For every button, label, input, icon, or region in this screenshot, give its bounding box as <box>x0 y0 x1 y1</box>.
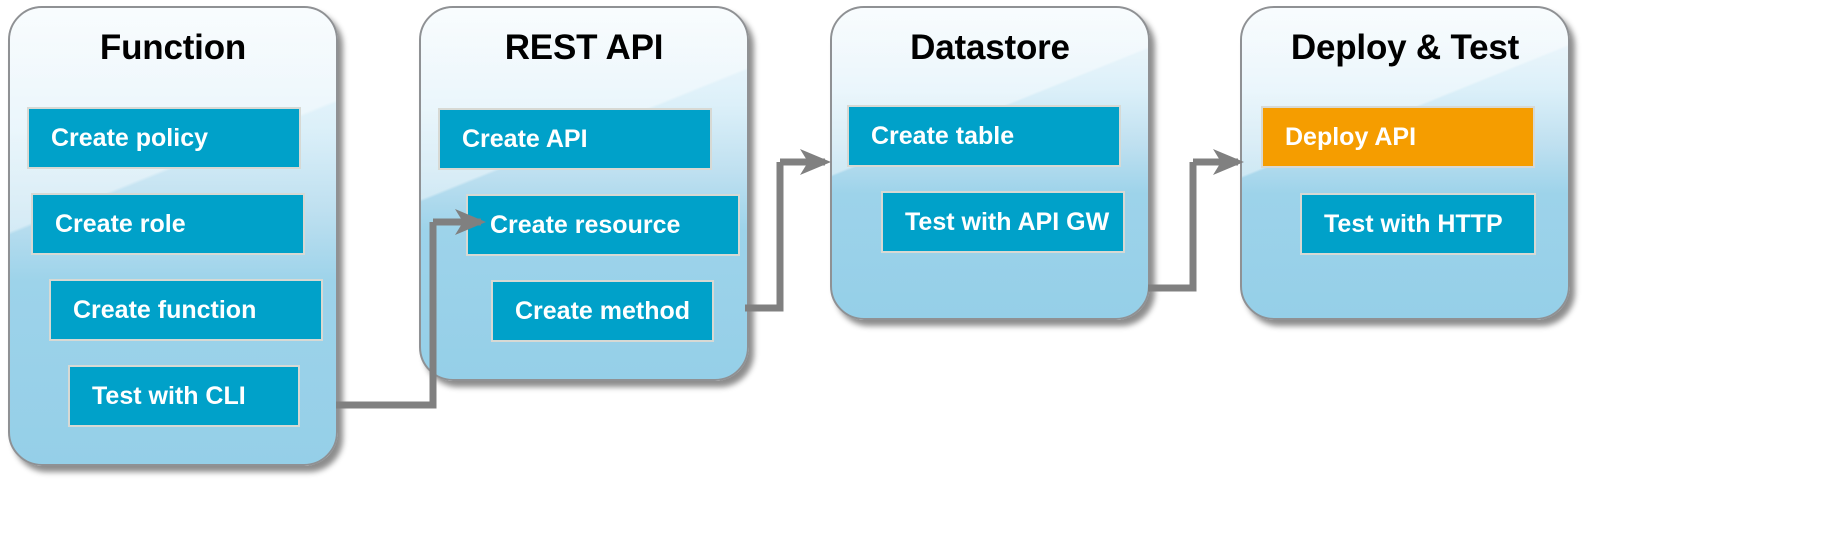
step-test-with-http[interactable]: Test with HTTP <box>1300 193 1536 255</box>
connector-datastore-to-deploy-test <box>1148 140 1308 310</box>
panel-title-deploy-test: Deploy & Test <box>1290 28 1520 67</box>
step-label: Create API <box>462 124 588 153</box>
step-label: Create method <box>515 296 691 325</box>
step-create-role[interactable]: Create role <box>31 193 305 255</box>
panel-title-datastore: Datastore <box>910 28 1070 67</box>
step-test-with-cli[interactable]: Test with CLI <box>68 365 300 427</box>
step-label: Test with API GW <box>905 207 1110 236</box>
step-create-function[interactable]: Create function <box>49 279 323 341</box>
step-label: Test with HTTP <box>1324 209 1503 238</box>
step-test-with-api-gw[interactable]: Test with API GW <box>881 191 1125 253</box>
step-label: Create resource <box>490 210 681 239</box>
step-create-policy[interactable]: Create policy <box>27 107 301 169</box>
connector-rest-api-to-datastore <box>745 140 905 340</box>
panel-title-function: Function <box>99 28 247 67</box>
panel-title-rest-api: REST API <box>504 28 664 67</box>
connector-function-to-rest-api <box>336 180 496 420</box>
workflow-diagram: Function Create policy Create role Creat… <box>0 0 1828 550</box>
step-create-resource[interactable]: Create resource <box>466 194 740 256</box>
step-create-method[interactable]: Create method <box>491 280 714 342</box>
step-label: Create function <box>73 295 257 324</box>
step-label: Create role <box>55 209 186 238</box>
step-label: Create policy <box>51 123 209 152</box>
step-create-api[interactable]: Create API <box>438 108 712 170</box>
step-label: Test with CLI <box>92 381 246 410</box>
